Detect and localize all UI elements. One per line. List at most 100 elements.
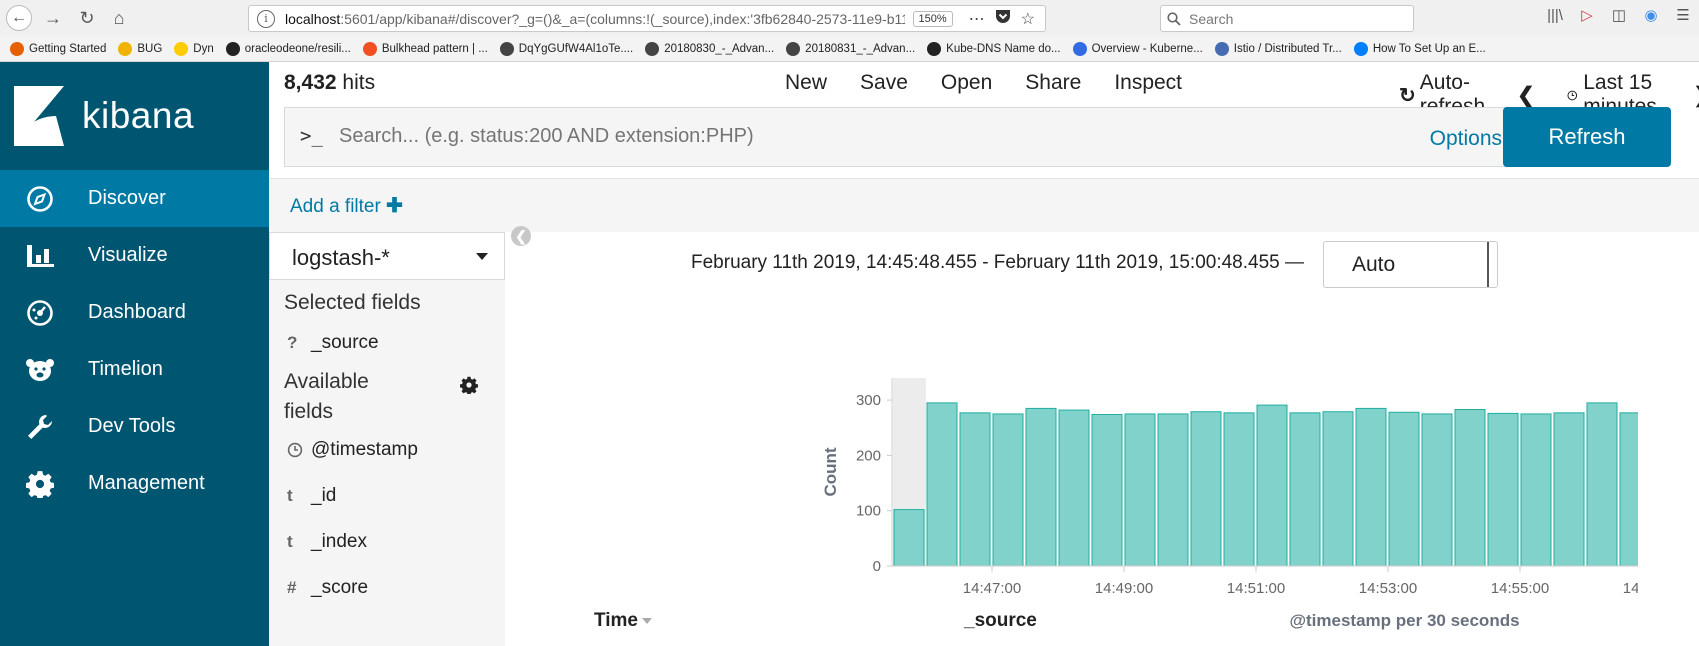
query-input[interactable] xyxy=(339,125,1239,148)
field-name: _index xyxy=(311,531,367,552)
refresh-button[interactable]: Refresh xyxy=(1503,107,1671,167)
sidebar-nav: Discover Visualize Dashboard Timelion Dev To… xyxy=(0,170,269,512)
field-type-string: t xyxy=(287,532,293,551)
sidebar-item-dashboard[interactable]: Dashboard xyxy=(0,284,269,341)
x-axis-title: @timestamp per 30 seconds xyxy=(1289,611,1519,630)
bookmark-item[interactable]: Istio / Distributed Tr... xyxy=(1214,41,1342,56)
menu-inspect-button[interactable]: Inspect xyxy=(1114,71,1182,95)
bookmark-item[interactable]: 20180830_-_Advan... xyxy=(645,41,774,56)
library-icon[interactable]: |||\ xyxy=(1539,7,1571,24)
media-play-icon[interactable]: ▷ xyxy=(1571,6,1603,24)
histogram-bar xyxy=(1421,413,1453,567)
browser-toolbar-icons: |||\ ▷ ◫ ◉ ☰ xyxy=(1539,6,1699,25)
histogram-bar xyxy=(1124,413,1156,567)
sidebar-item-visualize[interactable]: Visualize xyxy=(0,227,269,284)
collapse-sidebar-icon[interactable]: ❮ xyxy=(511,226,531,246)
available-fields-heading: Available fields xyxy=(284,367,369,427)
field-item[interactable]: t _id xyxy=(287,485,336,507)
search-icon xyxy=(1167,11,1181,26)
sidebar-item-management[interactable]: Management xyxy=(0,455,269,512)
forward-arrow-icon[interactable]: → xyxy=(40,5,66,31)
x-tick-label: 14:57:00 xyxy=(1623,580,1638,597)
pocket-icon[interactable] xyxy=(995,9,1011,29)
bookmark-favicon-icon xyxy=(499,41,514,56)
bookmark-label: DqYgGUfW4Al1oTe.... xyxy=(518,42,634,55)
browser-menu-icon[interactable]: ☰ xyxy=(1667,6,1699,24)
bookmark-item[interactable]: BUG xyxy=(118,41,162,56)
x-tick-label: 14:53:00 xyxy=(1359,580,1417,597)
index-pattern-label: logstash-* xyxy=(292,245,390,270)
page-actions-icon[interactable]: ⋯ xyxy=(969,9,985,29)
histogram-chart: 0 100 200 300 Count 14:47:00 14:49:00 14:51:00 1… xyxy=(821,378,1638,630)
home-icon[interactable]: ⌂ xyxy=(106,5,132,31)
bookmark-item[interactable]: DqYgGUfW4Al1oTe.... xyxy=(499,41,634,56)
discover-main: 8,432 hits New Save Open Share Inspect ↻ Auto… xyxy=(269,62,1699,646)
field-item[interactable]: t _index xyxy=(287,531,367,553)
bookmark-label: Overview - Kuberne... xyxy=(1091,42,1203,55)
bookmark-star-icon[interactable]: ☆ xyxy=(1021,9,1035,29)
menu-open-button[interactable]: Open xyxy=(941,71,992,95)
bookmark-item[interactable]: Getting Started xyxy=(10,41,106,56)
bookmark-favicon-icon xyxy=(1072,41,1087,56)
table-header-time[interactable]: Time xyxy=(594,610,653,632)
bookmark-item[interactable]: Kube-DNS Name do... xyxy=(927,41,1061,56)
refresh-icon: ↻ xyxy=(1399,84,1416,107)
add-filter-link[interactable]: Add a filter ✚ xyxy=(290,193,403,218)
zoom-level[interactable]: 150% xyxy=(912,10,953,27)
sidebar-toggle-icon[interactable]: ◫ xyxy=(1603,6,1635,24)
chevron-down-icon xyxy=(476,253,488,260)
bookmark-item[interactable]: 20180831_-_Advan... xyxy=(786,41,915,56)
time-next-icon[interactable]: ❯ xyxy=(1693,83,1699,108)
bookmark-item[interactable]: Bulkhead pattern | ... xyxy=(362,41,488,56)
sidebar-item-dev-tools[interactable]: Dev Tools xyxy=(0,398,269,455)
bookmark-item[interactable]: Dyn xyxy=(174,41,214,56)
bar-chart-icon xyxy=(20,243,60,269)
field-name: @timestamp xyxy=(311,439,418,460)
back-arrow-icon[interactable]: ← xyxy=(6,5,32,31)
reload-icon[interactable]: ↻ xyxy=(74,5,100,31)
menu-save-button[interactable]: Save xyxy=(860,71,908,95)
query-options-link[interactable]: Options xyxy=(1430,127,1502,151)
field-item[interactable]: # _score xyxy=(287,577,368,599)
table-header-source: _source xyxy=(964,610,1037,631)
histogram-bar xyxy=(1223,412,1255,567)
bookmark-item[interactable]: oracleodeone/resili... xyxy=(225,41,351,56)
kibana-logo[interactable]: kibana xyxy=(0,62,269,170)
histogram-bar xyxy=(1058,409,1090,567)
browser-search-field[interactable]: Search xyxy=(1160,5,1414,32)
field-item[interactable]: ? _source xyxy=(287,332,379,354)
sidebar-item-timelion[interactable]: Timelion xyxy=(0,341,269,398)
histogram-bar xyxy=(926,402,958,567)
chevron-down-icon xyxy=(1487,242,1497,287)
bookmark-favicon-icon xyxy=(10,41,24,56)
filter-bar: Add a filter ✚ xyxy=(269,178,1699,232)
x-tick-label: 14:49:00 xyxy=(1095,580,1153,597)
histogram-bar xyxy=(1553,412,1585,567)
site-info-icon[interactable]: i xyxy=(257,9,275,28)
sidebar-item-label: Dev Tools xyxy=(88,415,176,437)
gear-icon xyxy=(20,470,60,498)
hits-count: 8,432 xyxy=(284,71,337,94)
bookmark-item[interactable]: How To Set Up an E... xyxy=(1353,41,1486,56)
bookmark-favicon-icon xyxy=(1353,41,1368,56)
menu-share-button[interactable]: Share xyxy=(1025,71,1081,95)
histogram-time-range: February 11th 2019, 14:45:48.455 - Febru… xyxy=(691,252,1305,273)
bookmark-favicon-icon xyxy=(174,41,189,56)
histogram-bar xyxy=(959,412,991,567)
time-prev-icon[interactable]: ❮ xyxy=(1517,83,1535,108)
kibana-logo-icon xyxy=(14,86,64,146)
address-bar[interactable]: i localhost:5601/app/kibana#/discover?_g… xyxy=(248,5,1046,32)
interval-select[interactable]: Auto xyxy=(1323,241,1498,288)
sidebar-item-discover[interactable]: Discover xyxy=(0,170,269,227)
account-icon[interactable]: ◉ xyxy=(1635,6,1667,24)
field-item[interactable]: @timestamp xyxy=(287,439,418,461)
field-settings-gear-icon[interactable] xyxy=(460,376,478,394)
bookmark-label: Kube-DNS Name do... xyxy=(946,42,1061,55)
bookmark-item[interactable]: Overview - Kuberne... xyxy=(1072,41,1203,56)
dashboard-gauge-icon xyxy=(20,299,60,327)
sidebar-item-label: Timelion xyxy=(88,358,163,380)
y-tick-label: 100 xyxy=(856,503,881,520)
index-pattern-select[interactable]: logstash-* xyxy=(269,232,505,280)
bookmark-label: oracleodeone/resili... xyxy=(244,42,351,55)
menu-new-button[interactable]: New xyxy=(785,71,827,95)
